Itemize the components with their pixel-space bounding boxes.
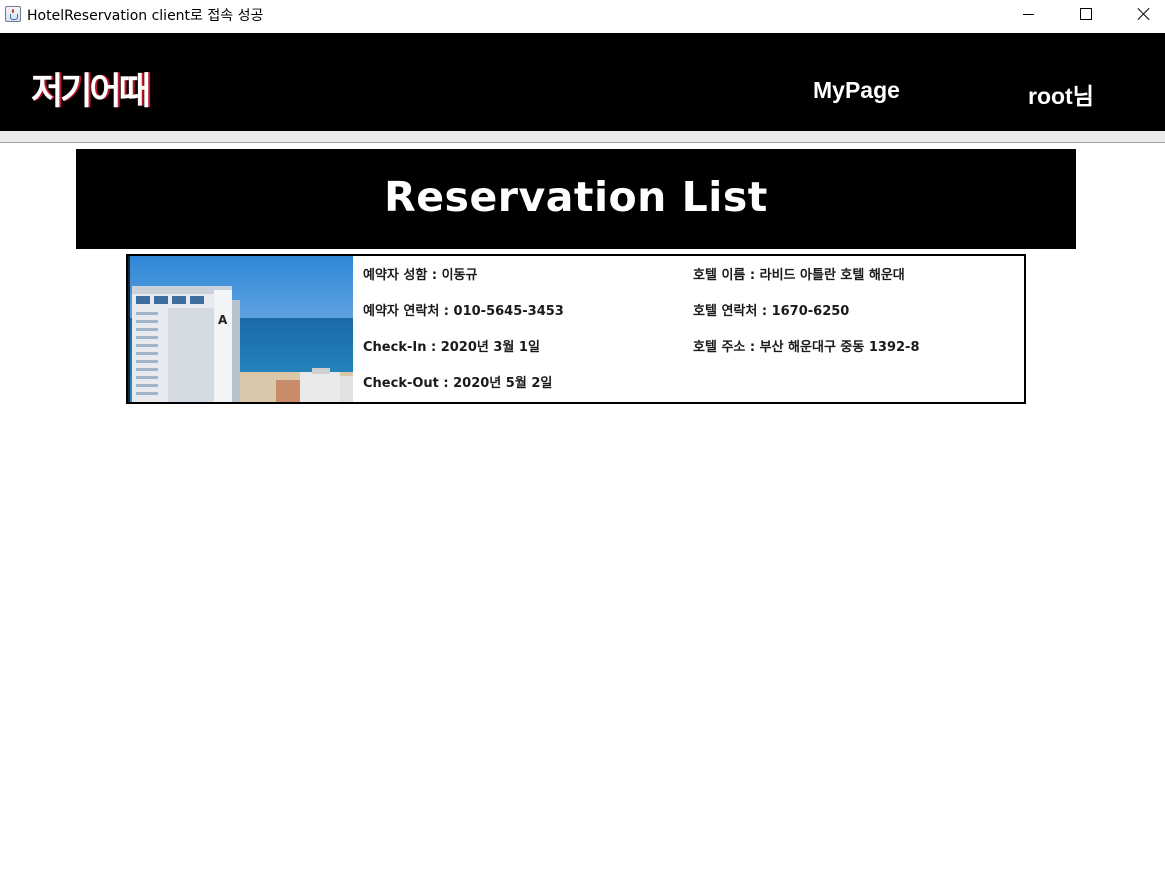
- user-link[interactable]: root님: [1028, 77, 1094, 111]
- header-divider-line: [0, 142, 1165, 143]
- app-header: 저기어때 MyPage root님: [0, 33, 1165, 131]
- svg-text:A: A: [218, 313, 228, 327]
- page-title: Reservation List: [384, 173, 768, 221]
- close-icon: [1137, 7, 1151, 21]
- maximize-icon: [1080, 8, 1092, 20]
- guest-phone: 예약자 연락처 : 010-5645-3453: [363, 304, 564, 319]
- hotel-address: 호텔 주소 : 부산 해운대구 중동 1392-8: [693, 340, 920, 355]
- hotel-name: 호텔 이름 : 라비드 아틀란 호텔 해운대: [693, 268, 905, 283]
- title-bar: HotelReservation client로 접속 성공: [0, 0, 1165, 32]
- close-button[interactable]: [1121, 0, 1165, 30]
- reservation-card[interactable]: A 예약자 성함 : 이동규 예약자 연락처 : 010-5645-3453 C…: [126, 254, 1026, 404]
- maximize-button[interactable]: [1063, 0, 1109, 30]
- guest-name: 예약자 성함 : 이동규: [363, 268, 478, 283]
- header-divider: [0, 131, 1165, 142]
- check-out-date: Check-Out : 2020년 5월 2일: [363, 376, 553, 391]
- window-title: HotelReservation client로 접속 성공: [27, 8, 264, 24]
- page-banner: Reservation List: [76, 149, 1076, 249]
- hotel-phone: 호텔 연락처 : 1670-6250: [693, 304, 850, 319]
- minimize-icon: [1023, 14, 1034, 15]
- minimize-button[interactable]: [1005, 0, 1051, 30]
- hotel-photo: A: [128, 256, 353, 402]
- java-cup-icon: [5, 6, 21, 22]
- check-in-date: Check-In : 2020년 3월 1일: [363, 340, 540, 355]
- app-window: HotelReservation client로 접속 성공 저기어때 MyPa…: [0, 0, 1165, 878]
- mypage-link[interactable]: MyPage: [813, 77, 900, 104]
- app-logo[interactable]: 저기어때: [31, 62, 151, 116]
